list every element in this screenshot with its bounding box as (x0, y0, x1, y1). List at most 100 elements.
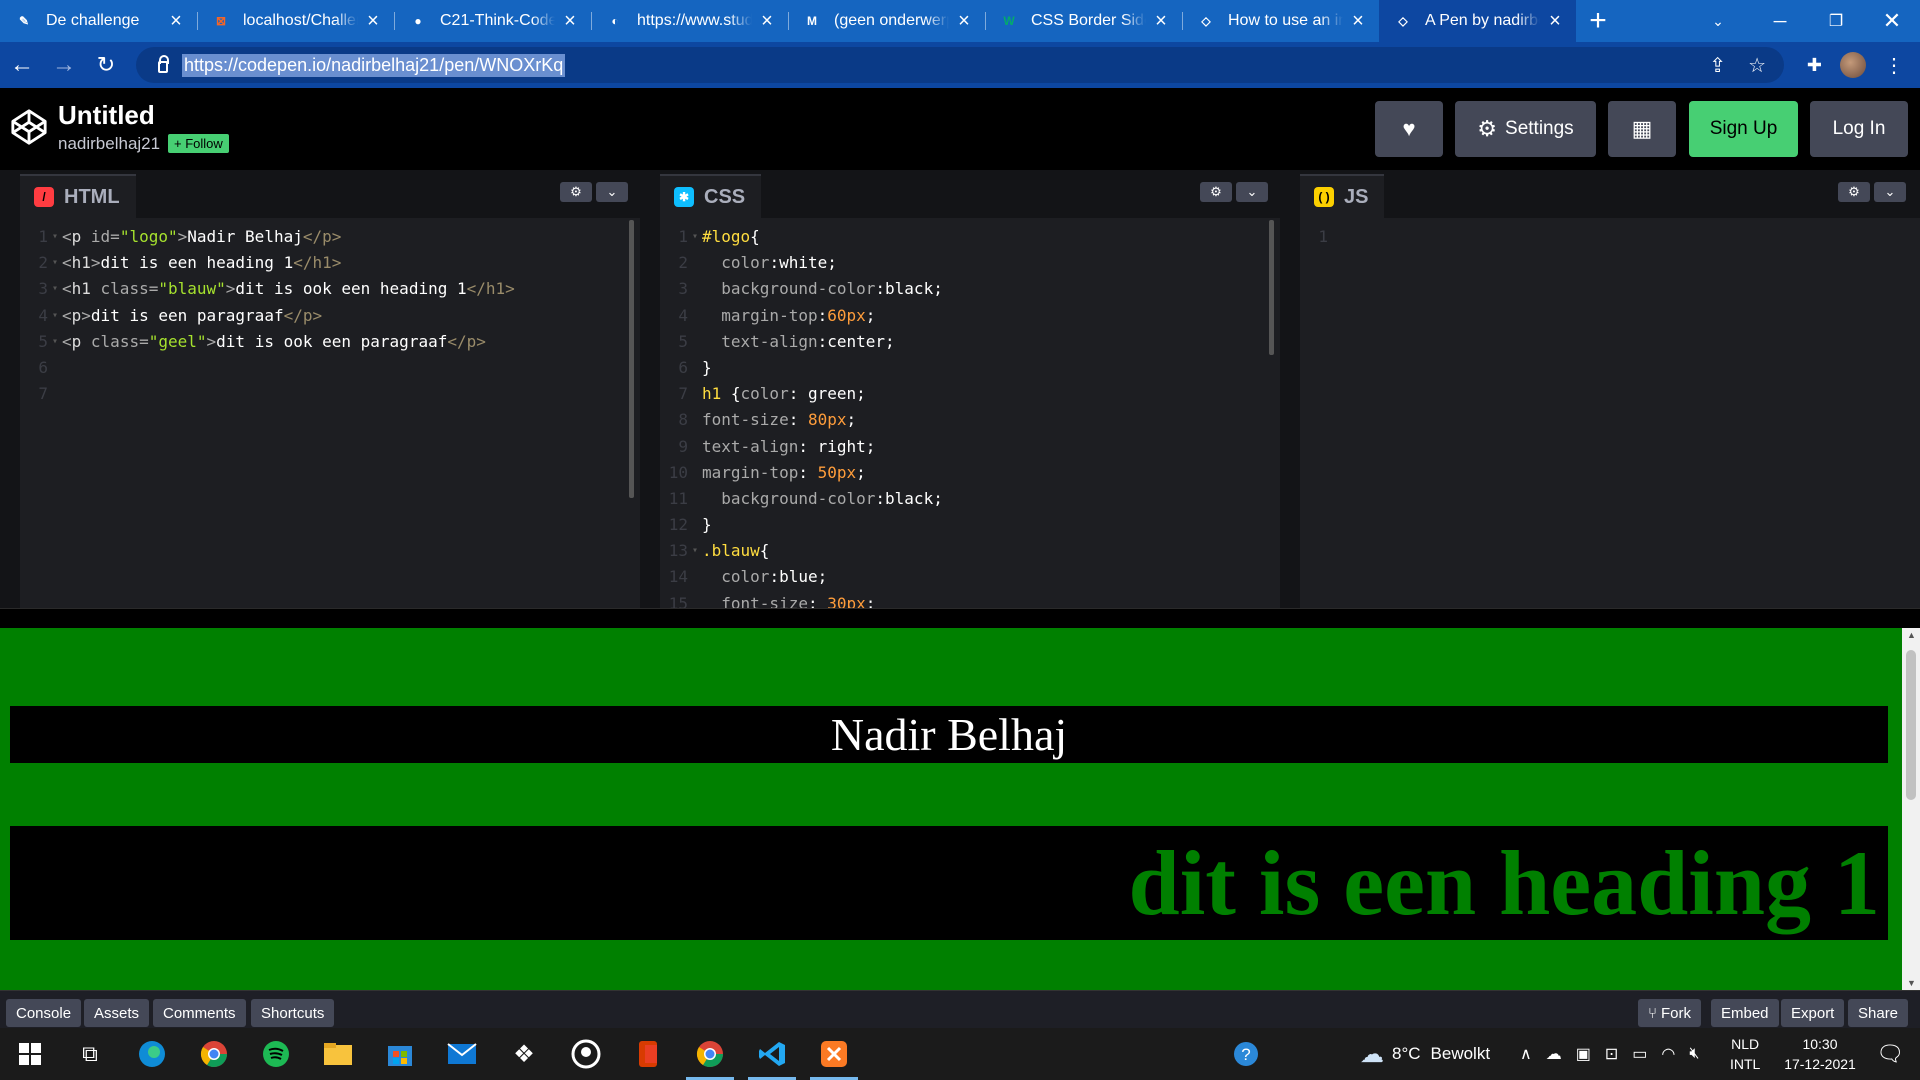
xampp-icon[interactable] (810, 1036, 858, 1080)
scroll-down-arrow-icon[interactable]: ▼ (1907, 978, 1916, 988)
github-desktop-icon[interactable] (568, 1036, 604, 1072)
shortcuts-button[interactable]: Shortcuts (251, 999, 335, 1027)
browser-tab[interactable]: ◐ https://www.studi × (591, 0, 788, 42)
show-hidden-icons-chevron-icon[interactable]: ∧ (1520, 1044, 1532, 1064)
js-collapse-chevron-icon[interactable]: ⌄ (1874, 182, 1906, 202)
css-collapse-chevron-icon[interactable]: ⌄ (1236, 182, 1268, 202)
office-icon[interactable] (630, 1036, 666, 1072)
microsoft-store-icon[interactable] (382, 1036, 418, 1072)
fork-button[interactable]: ⑂ Fork (1638, 999, 1702, 1027)
code-line[interactable]: 3 ▾ < h1 class= "blauw" > dit is ook een headi… (20, 276, 640, 302)
pane-resizer[interactable] (640, 170, 660, 608)
code-line[interactable]: 12} (660, 512, 1280, 538)
lock-icon[interactable] (158, 55, 169, 73)
preview-iframe[interactable]: Nadir Belhaj dit is een heading 1 (0, 628, 1902, 990)
tab-close-icon[interactable]: × (1152, 11, 1170, 31)
assets-button[interactable]: Assets (84, 999, 150, 1027)
layout-button[interactable]: ▦ (1608, 101, 1676, 157)
device-icon[interactable]: ▣ (1576, 1044, 1591, 1064)
export-button[interactable]: Export (1781, 999, 1845, 1027)
html-collapse-chevron-icon[interactable]: ⌄ (596, 182, 628, 202)
html-settings-gear-icon[interactable]: ⚙ (560, 182, 592, 202)
code-line[interactable]: 2 color: white; (660, 250, 1280, 276)
url-text[interactable]: https://codepen.io/nadirbelhaj21/pen/WNO… (182, 53, 566, 77)
html-tab[interactable]: / HTML (20, 174, 136, 218)
code-line[interactable]: 9 text-align: right; (660, 434, 1280, 460)
code-line[interactable]: 5 ▾ < p class= "geel" > dit is ook een paragra… (20, 329, 640, 355)
pen-author[interactable]: nadirbelhaj21 (58, 134, 160, 154)
tab-search-icon[interactable]: ⌄ (1690, 0, 1746, 42)
battery-icon[interactable]: ▭ (1632, 1044, 1647, 1064)
follow-button[interactable]: + Follow (168, 134, 229, 153)
code-line[interactable]: 6} (660, 355, 1280, 381)
tab-close-icon[interactable]: × (1349, 11, 1367, 31)
browser-tab[interactable]: ✎ De challenge × (0, 0, 197, 42)
code-line[interactable]: 1 ▾ < p id= "logo" > Nadir Belhaj </p> (20, 224, 640, 250)
chrome-active-icon[interactable] (686, 1036, 734, 1080)
onedrive-cloud-icon[interactable]: ☁ (1546, 1044, 1562, 1064)
wifi-icon[interactable]: ◠ (1661, 1044, 1675, 1064)
code-line[interactable]: 7 (20, 381, 640, 407)
help-icon[interactable]: ? (1228, 1036, 1264, 1072)
edge-icon[interactable] (134, 1036, 170, 1072)
mail-icon[interactable] (444, 1036, 480, 1072)
css-tab[interactable]: ✱ CSS (660, 174, 762, 218)
css-settings-gear-icon[interactable]: ⚙ (1200, 182, 1232, 202)
browser-tab[interactable]: ⊠ localhost/Challenge × (197, 0, 394, 42)
comments-button[interactable]: Comments (153, 999, 246, 1027)
preview-resize-gutter[interactable] (0, 608, 1920, 628)
preview-scrollbar[interactable]: ▲ ▼ (1902, 628, 1920, 990)
code-line[interactable]: 4 ▾ < p > dit is een paragraaf </p> (20, 303, 640, 329)
extensions-icon[interactable]: ✚ (1807, 55, 1822, 76)
code-line[interactable]: 14 color: blue; (660, 564, 1280, 590)
menu-kebab-icon[interactable]: ⋮ (1884, 53, 1904, 78)
notification-center-icon[interactable]: 🗨︎ (1870, 1028, 1910, 1080)
code-line[interactable]: 15 font-size: 30px; (660, 591, 1280, 608)
embed-button[interactable]: Embed (1711, 999, 1779, 1027)
close-window-button[interactable]: ✕ (1864, 0, 1920, 42)
code-line[interactable]: 1 (1300, 224, 1920, 250)
code-line[interactable]: 3 background-color: black; (660, 276, 1280, 302)
fold-arrow-icon[interactable]: ▾ (52, 250, 62, 276)
tab-close-icon[interactable]: × (1546, 11, 1564, 31)
heart-button[interactable]: ♥ (1375, 101, 1443, 157)
pen-title[interactable]: Untitled (58, 100, 155, 131)
dropbox-icon[interactable]: ❖ (506, 1036, 542, 1072)
file-explorer-icon[interactable] (320, 1036, 356, 1072)
signup-button[interactable]: Sign Up (1689, 101, 1798, 157)
weather-widget[interactable]: ☁ 8°C Bewolkt (1360, 1028, 1490, 1080)
code-line[interactable]: 10 margin-top: 50px; (660, 460, 1280, 486)
speaker-muted-icon[interactable]: 🔇︎ (1689, 1045, 1699, 1063)
code-line[interactable]: 8 font-size: 80px; (660, 407, 1280, 433)
code-line[interactable]: 13 ▾ .blauw{ (660, 538, 1280, 564)
scroll-up-arrow-icon[interactable]: ▲ (1907, 630, 1916, 640)
browser-tab[interactable]: W CSS Border Sides × (985, 0, 1182, 42)
code-line[interactable]: 11 background-color: black; (660, 486, 1280, 512)
browser-tab[interactable]: M (geen onderwerp × (788, 0, 985, 42)
windows-start-icon[interactable] (12, 1036, 48, 1072)
code-line[interactable]: 4 margin-top:60px; (660, 303, 1280, 329)
preview-scroll-thumb[interactable] (1906, 650, 1916, 800)
task-view-icon[interactable]: ⧉ (72, 1036, 108, 1072)
js-settings-gear-icon[interactable]: ⚙ (1838, 182, 1870, 202)
vscode-icon[interactable] (748, 1036, 796, 1080)
codepen-logo-icon[interactable] (10, 108, 48, 146)
css-editor-scrollbar[interactable] (1269, 220, 1274, 355)
js-code-editor[interactable]: 1 (1300, 218, 1920, 250)
code-line[interactable]: 1 ▾ #logo{ (660, 224, 1280, 250)
reload-button[interactable]: ↻ (86, 45, 126, 85)
html-editor-scrollbar[interactable] (629, 220, 634, 498)
restore-button[interactable]: ❐ (1808, 0, 1864, 42)
bookmark-star-icon[interactable]: ☆ (1748, 53, 1766, 78)
pane-resizer[interactable] (1280, 170, 1300, 608)
new-tab-button[interactable]: + (1576, 0, 1620, 42)
console-button[interactable]: Console (6, 999, 82, 1027)
code-line[interactable]: 7 h1 {color: green; (660, 381, 1280, 407)
profile-avatar[interactable] (1840, 52, 1866, 78)
browser-tab[interactable]: ◇ How to use an im × (1182, 0, 1379, 42)
tab-close-icon[interactable]: × (167, 11, 185, 31)
browser-tab[interactable]: ● C21-Think-Code- × (394, 0, 591, 42)
fold-arrow-icon[interactable]: ▾ (52, 276, 62, 302)
code-line[interactable]: 5 text-align: center; (660, 329, 1280, 355)
tab-close-icon[interactable]: × (955, 11, 973, 31)
